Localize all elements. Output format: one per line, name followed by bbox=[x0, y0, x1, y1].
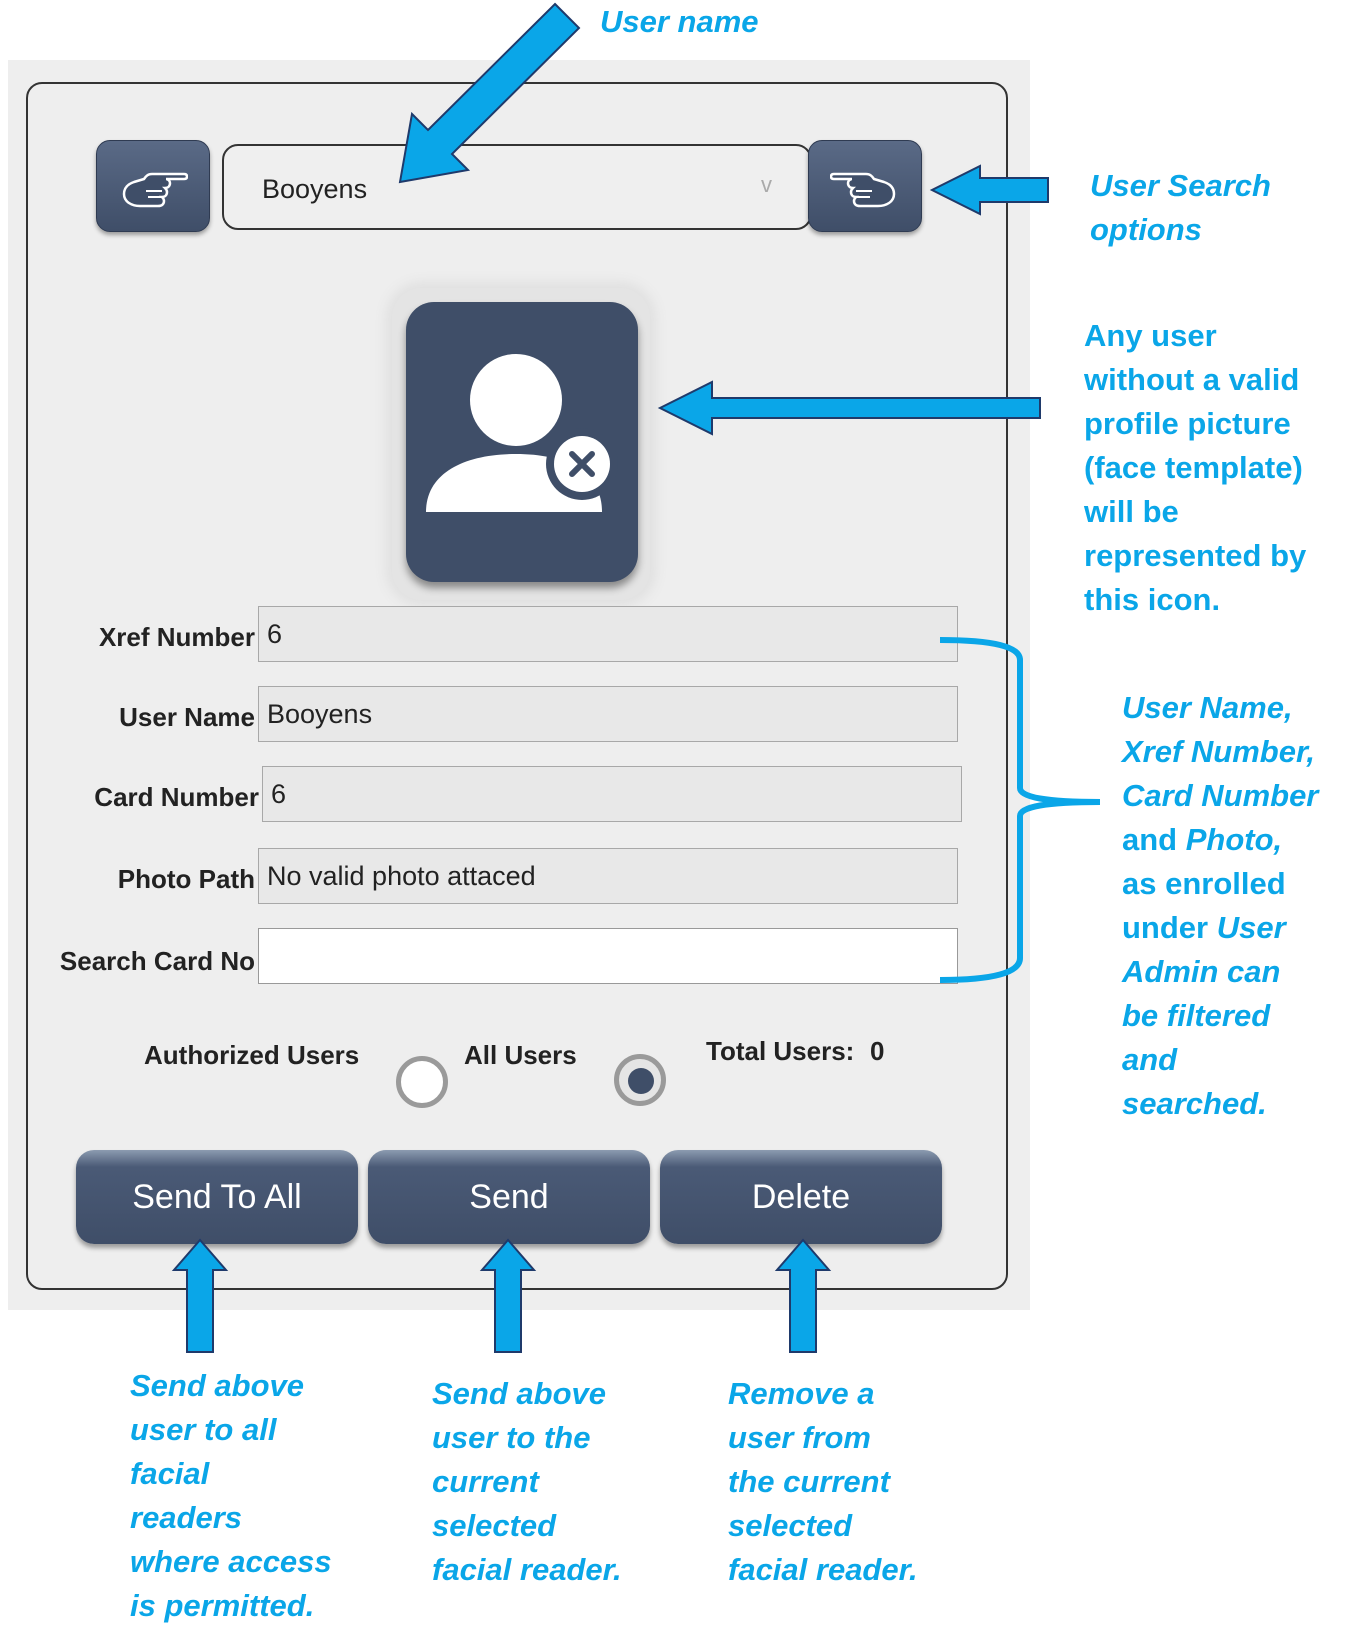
arrow-send-all bbox=[171, 1238, 229, 1353]
arrow-search-options bbox=[929, 164, 1049, 216]
arrow-user-name bbox=[398, 2, 581, 184]
annotation-avatar: Any user without a valid profile picture… bbox=[1084, 318, 1307, 617]
annotation-send: Send above user to the current selected … bbox=[432, 1376, 622, 1587]
filter-bracket bbox=[939, 637, 1101, 983]
annotation-user-name: User name bbox=[600, 4, 759, 39]
arrow-delete bbox=[774, 1238, 832, 1353]
arrow-send bbox=[479, 1238, 537, 1353]
annotation-search-options: User Search options bbox=[1090, 168, 1271, 247]
annotation-send-all: Send above user to all facial readers wh… bbox=[130, 1368, 332, 1623]
arrow-avatar-icon bbox=[657, 380, 1041, 436]
annotation-delete: Remove a user from the current selected … bbox=[728, 1376, 918, 1587]
annotation-filter: User Name, Xref Number, Card Number and … bbox=[1122, 690, 1319, 1121]
